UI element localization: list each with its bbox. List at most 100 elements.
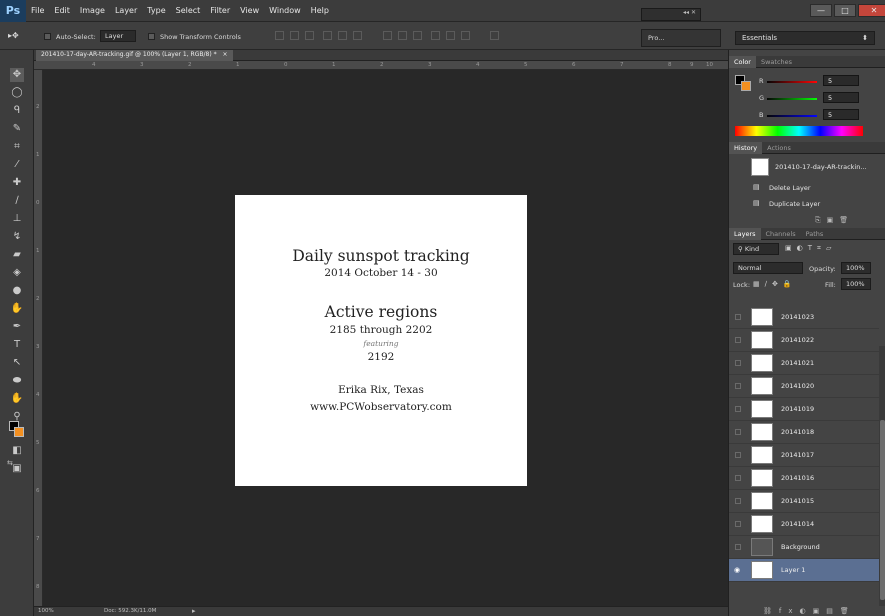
red-slider[interactable] [767,81,817,83]
visibility-toggle[interactable] [735,544,741,550]
eye-icon[interactable]: ◉ [734,566,740,574]
history-footer-icons[interactable]: ⎘▣🗑 [815,216,854,225]
align-vcenter-icon[interactable] [290,31,299,40]
move-tool-icon[interactable]: ✥ [10,68,24,82]
green-value-field[interactable]: 5 [823,92,859,103]
document-tab[interactable]: 201410-17-day-AR-tracking.gif @ 100% (La… [36,50,233,61]
layer-row[interactable]: Background [729,536,879,559]
layer-row-selected[interactable]: ◉ Layer 1 [729,559,879,582]
dodge-tool-icon[interactable]: ✋ [10,302,24,316]
marquee-tool-icon[interactable]: ◯ [10,86,24,100]
tab-channels[interactable]: Channels [761,228,801,240]
visibility-toggle[interactable] [735,429,741,435]
visibility-toggle[interactable] [735,498,741,504]
type-tool-icon[interactable]: T [10,338,24,352]
layer-filter-icons[interactable]: ▣◐T⌗▱ [785,244,836,253]
tab-actions[interactable]: Actions [762,142,796,154]
tab-paths[interactable]: Paths [801,228,829,240]
blue-value-field[interactable]: 5 [823,109,859,120]
shape-tool-icon[interactable]: ⬬ [10,374,24,388]
visibility-toggle[interactable] [735,383,741,389]
document-canvas[interactable]: Daily sunspot tracking 2014 October 14 -… [235,195,527,486]
tab-layers[interactable]: Layers [729,228,761,240]
blur-tool-icon[interactable]: ● [10,284,24,298]
opacity-field[interactable]: 100% [841,262,871,274]
auto-select-checkbox[interactable] [44,33,51,40]
menu-layer[interactable]: Layer [110,6,142,15]
history-brush-tool-icon[interactable]: ↯ [10,230,24,244]
history-item[interactable]: ▤ Delete Layer [729,180,879,196]
tab-swatches[interactable]: Swatches [756,56,797,68]
filter-kind-dropdown[interactable]: ⚲ Kind [733,243,779,255]
maximize-button[interactable]: □ [834,4,856,17]
red-value-field[interactable]: 5 [823,75,859,86]
auto-select-dropdown[interactable]: Layer [100,30,136,42]
distribute-vcenter-icon[interactable] [398,31,407,40]
align-right-icon[interactable] [353,31,362,40]
auto-align-icon[interactable] [490,31,499,40]
distribute-left-icon[interactable] [431,31,440,40]
tab-close-icon[interactable]: × [223,51,228,58]
align-bottom-icon[interactable] [305,31,314,40]
history-item[interactable]: ▤ Duplicate Layer [729,196,879,212]
tab-history[interactable]: History [729,142,763,154]
lasso-tool-icon[interactable]: ᑫ [10,104,24,118]
status-menu-arrow-icon[interactable]: ▸ [192,607,196,615]
align-top-icon[interactable] [275,31,284,40]
color-spectrum-ramp[interactable] [735,126,863,136]
menu-type[interactable]: Type [142,6,170,15]
visibility-toggle[interactable] [735,475,741,481]
clone-stamp-tool-icon[interactable]: ⊥ [10,212,24,226]
move-tool-preset-icon[interactable]: ▸✥ [8,31,26,41]
menu-window[interactable]: Window [264,6,306,15]
menu-filter[interactable]: Filter [205,6,235,15]
tab-color[interactable]: Color [729,56,756,68]
crop-tool-icon[interactable]: ⌗ [10,140,24,154]
pen-tool-icon[interactable]: ✒ [10,320,24,334]
layer-row[interactable]: 20141022 [729,329,879,352]
eyedropper-tool-icon[interactable]: ⁄ [10,158,24,172]
show-transform-checkbox[interactable] [148,33,155,40]
visibility-toggle[interactable] [735,360,741,366]
distribute-bottom-icon[interactable] [413,31,422,40]
quick-mask-icon[interactable]: ◧ [10,444,24,458]
eraser-tool-icon[interactable]: ▰ [10,248,24,262]
menu-image[interactable]: Image [75,6,110,15]
distribute-hcenter-icon[interactable] [446,31,455,40]
layer-row[interactable]: 20141017 [729,444,879,467]
layer-row[interactable]: 20141018 [729,421,879,444]
pro-workspace-panel[interactable]: Pro... [641,29,721,47]
background-color-swatch[interactable] [14,427,24,437]
visibility-toggle[interactable] [735,452,741,458]
zoom-level[interactable]: 100% [38,608,54,614]
layer-row[interactable]: 20141020 [729,375,879,398]
layer-row[interactable]: 20141015 [729,490,879,513]
align-hcenter-icon[interactable] [338,31,347,40]
blend-mode-dropdown[interactable]: Normal [733,262,803,274]
layer-row[interactable]: 20141014 [729,513,879,536]
distribute-right-icon[interactable] [461,31,470,40]
layer-row[interactable]: 20141016 [729,467,879,490]
fill-field[interactable]: 100% [841,278,871,290]
visibility-toggle[interactable] [735,406,741,412]
minimize-button[interactable]: — [810,4,832,17]
layer-row[interactable]: 20141021 [729,352,879,375]
layers-footer-icons[interactable]: ⛓fx◐▣▤🗑 [763,607,856,615]
menu-file[interactable]: File [26,6,49,15]
align-left-icon[interactable] [323,31,332,40]
lock-icons[interactable]: ▦∕✥🔒 [753,280,797,288]
menu-edit[interactable]: Edit [49,6,75,15]
quick-select-tool-icon[interactable]: ✎ [10,122,24,136]
collapsed-panel-header[interactable]: ◂◂ ✕ [641,8,701,21]
paint-bucket-tool-icon[interactable]: ◈ [10,266,24,280]
layers-scrollbar-thumb[interactable] [880,420,885,600]
color-panel-background-swatch[interactable] [741,81,751,91]
hand-tool-icon[interactable]: ✋ [10,392,24,406]
layer-row[interactable]: 20141019 [729,398,879,421]
workspace-switcher[interactable]: Essentials ⬍ [735,31,875,45]
menu-select[interactable]: Select [171,6,206,15]
green-slider[interactable] [767,98,817,100]
history-snapshot[interactable]: 201410-17-day-AR-trackin... [729,156,879,178]
healing-brush-tool-icon[interactable]: ✚ [10,176,24,190]
menu-help[interactable]: Help [306,6,334,15]
